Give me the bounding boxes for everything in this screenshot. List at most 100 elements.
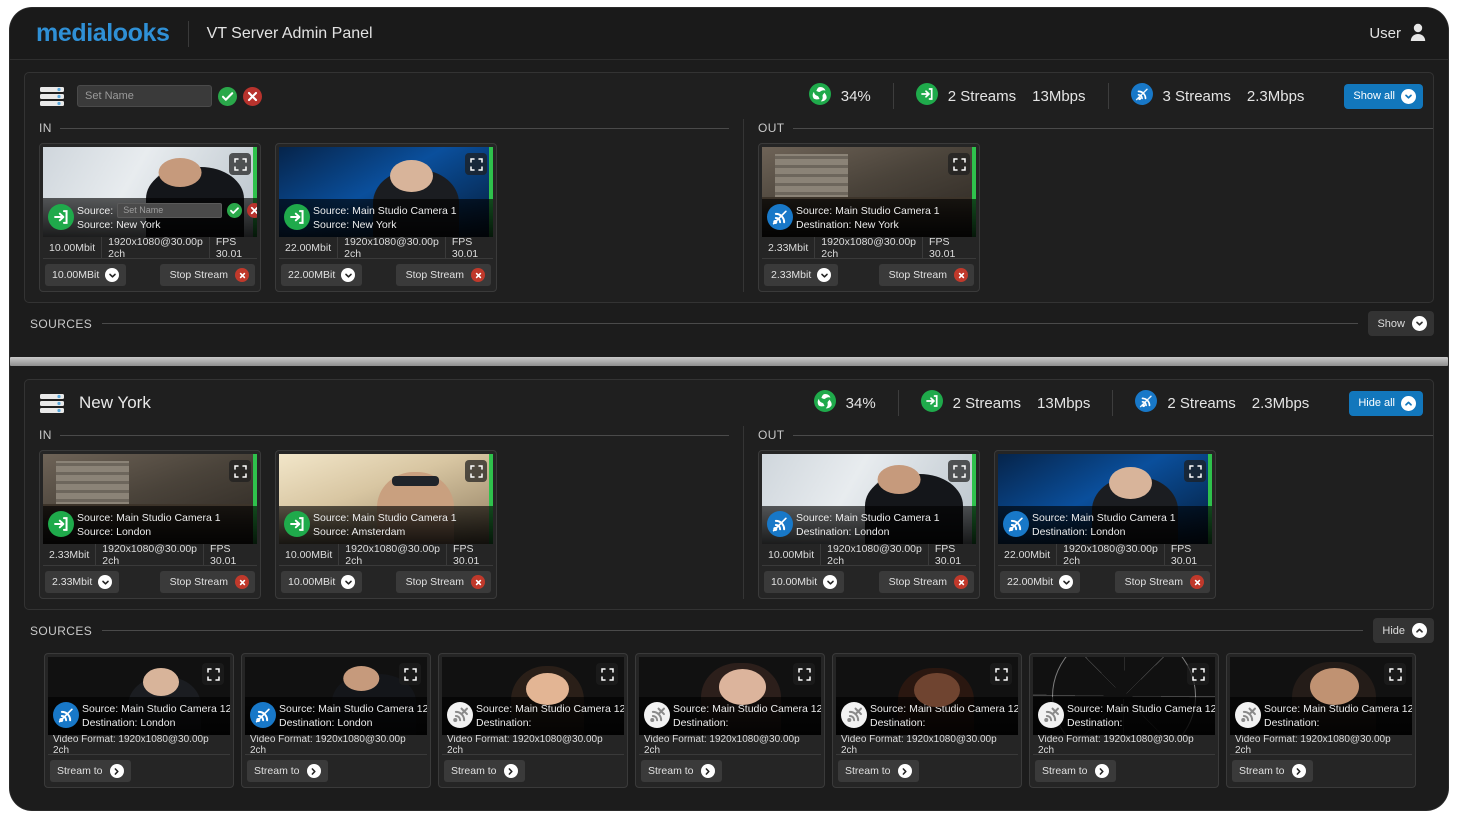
stop-stream-button[interactable]: Stop Stream — [879, 264, 974, 286]
bitrate-dropdown[interactable]: 2.33Mbit — [764, 264, 838, 286]
stream-thumbnail[interactable]: Source: Set Name Source: New York — [43, 147, 257, 237]
sources-toggle-button[interactable]: Hide — [1373, 618, 1434, 643]
stream-card[interactable]: Source: Main Studio Camera 1 Destination… — [758, 143, 980, 292]
fullscreen-icon[interactable] — [596, 663, 618, 685]
source-card[interactable]: Source: Main Studio Camera 12 Destinatio… — [635, 653, 825, 788]
in-section-label: IN — [39, 119, 729, 143]
io-area: IN Source: Set Name — [25, 119, 1433, 302]
out-bitrate: 2.3Mbps — [1252, 395, 1310, 412]
stream-to-button[interactable]: Stream to — [1232, 760, 1313, 782]
source-thumbnail[interactable]: Source: Main Studio Camera 12 Destinatio… — [836, 657, 1018, 735]
toggle-all-button[interactable]: Hide all — [1349, 391, 1423, 416]
source-card[interactable]: Source: Main Studio Camera 12 Destinatio… — [1226, 653, 1416, 788]
stream-to-label: Stream to — [254, 765, 300, 777]
source-card[interactable]: Source: Main Studio Camera 12 Destinatio… — [832, 653, 1022, 788]
fullscreen-icon[interactable] — [793, 663, 815, 685]
stream-card[interactable]: Source: Main Studio Camera 1 Source: New… — [275, 143, 497, 292]
cancel-source-button[interactable] — [247, 203, 257, 218]
destination-label: Destination: London — [796, 525, 972, 539]
fullscreen-icon[interactable] — [990, 663, 1012, 685]
stream-thumbnail[interactable]: Source: Main Studio Camera 1 Destination… — [998, 454, 1212, 544]
bitrate-dropdown[interactable]: 10.00MBit — [45, 264, 126, 286]
horizontal-scrollbar[interactable] — [10, 356, 1448, 367]
stop-stream-label: Stop Stream — [170, 269, 228, 281]
bitrate-dropdown-label: 10.00Mbit — [771, 576, 817, 588]
confirm-name-button[interactable] — [218, 87, 237, 106]
stream-thumbnail[interactable]: Source: Main Studio Camera 1 Destination… — [762, 147, 976, 237]
stream-direction-icon — [48, 204, 74, 230]
source-card[interactable]: Source: Main Studio Camera 12 Destinatio… — [44, 653, 234, 788]
stream-thumbnail[interactable]: Source: Main Studio Camera 1 Source: Lon… — [43, 454, 257, 544]
stream-card[interactable]: Source: Main Studio Camera 1 Destination… — [994, 450, 1216, 599]
out-bitrate: 2.3Mbps — [1247, 88, 1305, 105]
stream-to-button[interactable]: Stream to — [1035, 760, 1116, 782]
stop-stream-button[interactable]: Stop Stream — [879, 571, 974, 593]
source-card[interactable]: Source: Main Studio Camera 12 Destinatio… — [1029, 653, 1219, 788]
scrollbar-thumb[interactable] — [10, 357, 1448, 366]
fullscreen-icon[interactable] — [1187, 663, 1209, 685]
stream-to-button[interactable]: Stream to — [444, 760, 525, 782]
equalizer-menu-icon[interactable] — [39, 83, 65, 109]
in-streams-count: 2 Streams — [953, 395, 1021, 412]
stream-thumbnail[interactable]: Source: Main Studio Camera 1 Source: Ams… — [279, 454, 493, 544]
cancel-name-button[interactable] — [243, 87, 262, 106]
source-thumbnail[interactable]: Source: Main Studio Camera 12 Destinatio… — [442, 657, 624, 735]
bitrate-dropdown[interactable]: 22.00MBit — [281, 264, 362, 286]
bitrate-dropdown[interactable]: 10.00MBit — [281, 571, 362, 593]
bitrate-dropdown[interactable]: 22.00Mbit — [1000, 571, 1080, 593]
source-thumbnail[interactable]: Source: Main Studio Camera 12 Destinatio… — [1230, 657, 1412, 735]
sources-toggle-button[interactable]: Show — [1368, 311, 1434, 336]
stream-card[interactable]: Source: Main Studio Camera 1 Destination… — [758, 450, 980, 599]
source-thumbnail[interactable]: Source: Main Studio Camera 12 Destinatio… — [245, 657, 427, 735]
stream-thumbnail[interactable]: Source: Main Studio Camera 1 Source: New… — [279, 147, 493, 237]
fullscreen-icon[interactable] — [948, 460, 970, 482]
fullscreen-icon[interactable] — [1384, 663, 1406, 685]
fullscreen-icon[interactable] — [229, 153, 251, 175]
close-icon — [235, 575, 249, 589]
fullscreen-icon[interactable] — [948, 153, 970, 175]
stream-actions: 2.33Mbit Stop Stream — [762, 259, 976, 288]
destination-label: Destination: — [476, 716, 620, 730]
server-name-input[interactable]: Set Name — [77, 85, 212, 107]
fullscreen-icon[interactable] — [229, 460, 251, 482]
stream-to-label: Stream to — [648, 765, 694, 777]
equalizer-menu-icon[interactable] — [39, 390, 65, 416]
stream-to-button[interactable]: Stream to — [838, 760, 919, 782]
bitrate-dropdown[interactable]: 2.33Mbit — [45, 571, 119, 593]
stream-to-button[interactable]: Stream to — [50, 760, 131, 782]
stop-stream-button[interactable]: Stop Stream — [160, 264, 255, 286]
stream-thumbnail[interactable]: Source: Main Studio Camera 1 Destination… — [762, 454, 976, 544]
stop-stream-button[interactable]: Stop Stream — [160, 571, 255, 593]
stream-card[interactable]: Source: Set Name Source: New York 10.00M… — [39, 143, 261, 292]
overlay-source-row: Source: Main Studio Camera 1 — [313, 204, 489, 218]
stream-to-button[interactable]: Stream to — [247, 760, 328, 782]
confirm-source-button[interactable] — [227, 203, 242, 218]
source-card[interactable]: Source: Main Studio Camera 12 Destinatio… — [241, 653, 431, 788]
fullscreen-icon[interactable] — [465, 460, 487, 482]
user-menu[interactable]: User — [1369, 23, 1426, 45]
stop-stream-button[interactable]: Stop Stream — [396, 571, 491, 593]
toggle-all-button[interactable]: Show all — [1344, 84, 1423, 109]
source-card[interactable]: Source: Main Studio Camera 12 Destinatio… — [438, 653, 628, 788]
chevron-down-icon — [98, 575, 112, 589]
stream-to-button[interactable]: Stream to — [641, 760, 722, 782]
source-thumbnail[interactable]: Source: Main Studio Camera 12 Destinatio… — [1033, 657, 1215, 735]
source-thumbnail[interactable]: Source: Main Studio Camera 12 Destinatio… — [639, 657, 821, 735]
main-scroll-area[interactable]: Set Name 34% — [10, 60, 1448, 810]
close-icon — [235, 268, 249, 282]
fullscreen-icon[interactable] — [202, 663, 224, 685]
stop-stream-button[interactable]: Stop Stream — [1115, 571, 1210, 593]
stream-card[interactable]: Source: Main Studio Camera 1 Source: Lon… — [39, 450, 261, 599]
source-name-input[interactable]: Set Name — [117, 203, 222, 218]
bitrate-dropdown[interactable]: 10.00Mbit — [764, 571, 844, 593]
destination-label: Destination: — [1264, 716, 1408, 730]
io-area: IN Source: Main Studio Camera 1 — [25, 426, 1433, 609]
stop-stream-button[interactable]: Stop Stream — [396, 264, 491, 286]
destination-label: Destination: — [870, 716, 1014, 730]
fullscreen-icon[interactable] — [399, 663, 421, 685]
source-thumbnail[interactable]: Source: Main Studio Camera 12 Destinatio… — [48, 657, 230, 735]
fullscreen-icon[interactable] — [465, 153, 487, 175]
fullscreen-icon[interactable] — [1184, 460, 1206, 482]
stream-meta-row: 22.00Mbit 1920x1080@30.00p 2ch FPS 30.01 — [998, 544, 1212, 566]
stream-card[interactable]: Source: Main Studio Camera 1 Source: Ams… — [275, 450, 497, 599]
